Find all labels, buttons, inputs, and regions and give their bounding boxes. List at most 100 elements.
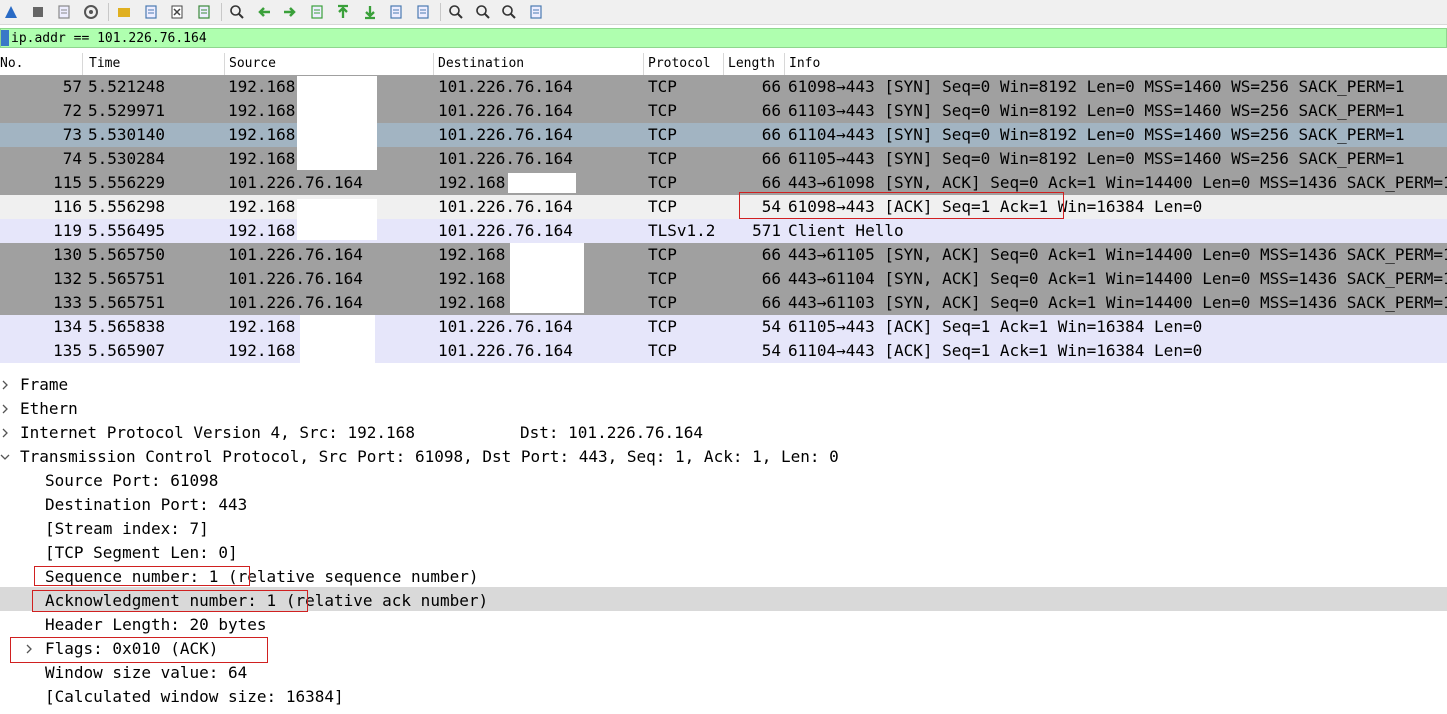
- packet-time: 5.565907: [88, 341, 166, 360]
- packet-time: 5.521248: [88, 77, 166, 96]
- packet-row[interactable]: 132 5.565751 101.226.76.164 192.168 TCP 66 443…: [0, 267, 1447, 291]
- packet-time: 5.565751: [88, 269, 166, 288]
- reload-icon[interactable]: [193, 2, 215, 22]
- packet-row[interactable]: 133 5.565751 101.226.76.164 192.168 TCP 66 443…: [0, 291, 1447, 315]
- detail-flags[interactable]: Flags: 0x010 (ACK): [45, 637, 218, 661]
- packet-no: 57: [62, 77, 82, 96]
- go-to-packet-icon[interactable]: [306, 2, 328, 22]
- autoscroll-icon[interactable]: [385, 2, 407, 22]
- go-forward-icon[interactable]: [279, 2, 301, 22]
- packet-length: 66: [761, 293, 781, 312]
- packet-info: 61098→443 [ACK] Seq=1 Ack=1 Win=16384 Le…: [788, 197, 1203, 216]
- packet-list-header: No. Time Source Destination Protocol Len…: [0, 53, 1447, 76]
- packet-length: 54: [761, 197, 781, 216]
- save-file-icon[interactable]: [140, 2, 162, 22]
- colorize-icon[interactable]: [412, 2, 434, 22]
- detail-source-port[interactable]: Source Port: 61098: [45, 469, 218, 493]
- packet-row[interactable]: 72 5.529971 192.168 101.226.76.164 TCP 66 6110…: [0, 99, 1447, 123]
- packet-no: 132: [53, 269, 82, 288]
- packet-length: 571: [752, 221, 781, 240]
- packet-source: 101.226.76.164: [228, 173, 363, 192]
- detail-ack-number[interactable]: Acknowledgment number: 1 (relative ack n…: [45, 589, 488, 613]
- filter-bookmark-icon[interactable]: [1, 30, 9, 46]
- first-packet-icon[interactable]: [332, 2, 354, 22]
- zoom-in-icon[interactable]: [445, 2, 467, 22]
- packet-row[interactable]: 73 5.530140 192.168 101.226.76.164 TCP 66 6110…: [0, 123, 1447, 147]
- redaction-block: [510, 243, 584, 313]
- detail-segment-len[interactable]: [TCP Segment Len: 0]: [45, 541, 238, 565]
- zoom-out-icon[interactable]: [472, 2, 494, 22]
- column-header-time[interactable]: Time: [85, 53, 225, 75]
- detail-window-size[interactable]: Window size value: 64: [45, 661, 247, 685]
- stop-icon[interactable]: [27, 2, 49, 22]
- packet-info: 443→61103 [SYN, ACK] Seq=0 Ack=1 Win=144…: [788, 293, 1447, 312]
- expand-flags-icon[interactable]: [24, 637, 34, 661]
- packet-row[interactable]: 135 5.565907 192.168 101.226.76.164 TCP 54 611…: [0, 339, 1447, 363]
- packet-info: 61103→443 [SYN] Seq=0 Win=8192 Len=0 MSS…: [788, 101, 1405, 120]
- redaction-block: [430, 418, 514, 442]
- expand-ethernet-icon[interactable]: [0, 397, 10, 421]
- expand-frame-icon[interactable]: [0, 373, 10, 397]
- packet-list: 57 5.521248 192.168 101.226.76.164 TCP 66 6109…: [0, 75, 1447, 364]
- packet-destination: 101.226.76.164: [438, 77, 573, 96]
- detail-ip-dst[interactable]: Dst: 101.226.76.164: [520, 421, 703, 445]
- packet-length: 66: [761, 245, 781, 264]
- detail-destination-port[interactable]: Destination Port: 443: [45, 493, 247, 517]
- detail-ethernet[interactable]: Ethern: [20, 397, 78, 421]
- close-file-icon[interactable]: [166, 2, 188, 22]
- column-header-length[interactable]: Length: [724, 53, 785, 75]
- packet-row[interactable]: 115 5.556229 101.226.76.164 192.168 TCP 66 443…: [0, 171, 1447, 195]
- packet-row[interactable]: 116 5.556298 192.168 101.226.76.164 TCP 54 610…: [0, 195, 1447, 219]
- detail-ip-src[interactable]: Internet Protocol Version 4, Src: 192.16…: [20, 421, 415, 445]
- packet-length: 66: [761, 269, 781, 288]
- packet-info: 61104→443 [ACK] Seq=1 Ack=1 Win=16384 Le…: [788, 341, 1203, 360]
- detail-frame[interactable]: Frame: [20, 373, 68, 397]
- last-packet-icon[interactable]: [359, 2, 381, 22]
- packet-info: 443→61105 [SYN, ACK] Seq=0 Ack=1 Win=144…: [788, 245, 1447, 264]
- packet-time: 5.565751: [88, 293, 166, 312]
- packet-row[interactable]: 130 5.565750 101.226.76.164 192.168 TCP 66 443…: [0, 243, 1447, 267]
- expand-ip-icon[interactable]: [0, 421, 10, 445]
- restart-icon[interactable]: [53, 2, 75, 22]
- find-packet-icon[interactable]: [226, 2, 248, 22]
- detail-calculated-window-size[interactable]: [Calculated window size: 16384]: [45, 685, 344, 709]
- packet-length: 66: [761, 101, 781, 120]
- column-header-info[interactable]: Info: [785, 53, 1447, 75]
- packet-time: 5.556298: [88, 197, 166, 216]
- detail-sequence-number[interactable]: Sequence number: 1 (relative sequence nu…: [45, 565, 478, 589]
- display-filter-bar: [0, 28, 1447, 48]
- collapse-tcp-icon[interactable]: [0, 445, 10, 469]
- packet-length: 54: [761, 317, 781, 336]
- shark-fin-icon[interactable]: [0, 2, 22, 22]
- detail-stream-index[interactable]: [Stream index: 7]: [45, 517, 209, 541]
- zoom-normal-icon[interactable]: [498, 2, 520, 22]
- packet-no: 134: [53, 317, 82, 336]
- resize-columns-icon[interactable]: [525, 2, 547, 22]
- column-header-no[interactable]: No.: [0, 53, 83, 75]
- packet-row[interactable]: 134 5.565838 192.168 101.226.76.164 TCP 54 611…: [0, 315, 1447, 339]
- redaction-block: [300, 315, 375, 363]
- redaction-block: [508, 173, 576, 193]
- packet-info: 61098→443 [SYN] Seq=0 Win=8192 Len=0 MSS…: [788, 77, 1405, 96]
- display-filter-input[interactable]: [9, 30, 1411, 46]
- packet-source: 101.226.76.164: [228, 293, 363, 312]
- packet-row[interactable]: 57 5.521248 192.168 101.226.76.164 TCP 66 6109…: [0, 75, 1447, 99]
- detail-tcp[interactable]: Transmission Control Protocol, Src Port:…: [20, 445, 839, 469]
- options-gear-icon[interactable]: [80, 2, 102, 22]
- packet-row[interactable]: 74 5.530284 192.168 101.226.76.164 TCP 66 6110…: [0, 147, 1447, 171]
- column-header-destination[interactable]: Destination: [434, 53, 644, 75]
- detail-header-length[interactable]: Header Length: 20 bytes: [45, 613, 267, 637]
- packet-time: 5.556229: [88, 173, 166, 192]
- packet-info: 443→61098 [SYN, ACK] Seq=0 Ack=1 Win=144…: [788, 173, 1447, 192]
- open-folder-icon[interactable]: [113, 2, 135, 22]
- go-back-icon[interactable]: [253, 2, 275, 22]
- packet-source: 101.226.76.164: [228, 269, 363, 288]
- packet-no: 119: [53, 221, 82, 240]
- packet-no: 115: [53, 173, 82, 192]
- packet-source: 101.226.76.164: [228, 245, 363, 264]
- packet-time: 5.565838: [88, 317, 166, 336]
- column-header-source[interactable]: Source: [225, 53, 434, 75]
- column-header-protocol[interactable]: Protocol: [644, 53, 724, 75]
- packet-row[interactable]: 119 5.556495 192.168 101.226.76.164 TLSv1.2 5…: [0, 219, 1447, 243]
- packet-time: 5.529971: [88, 101, 166, 120]
